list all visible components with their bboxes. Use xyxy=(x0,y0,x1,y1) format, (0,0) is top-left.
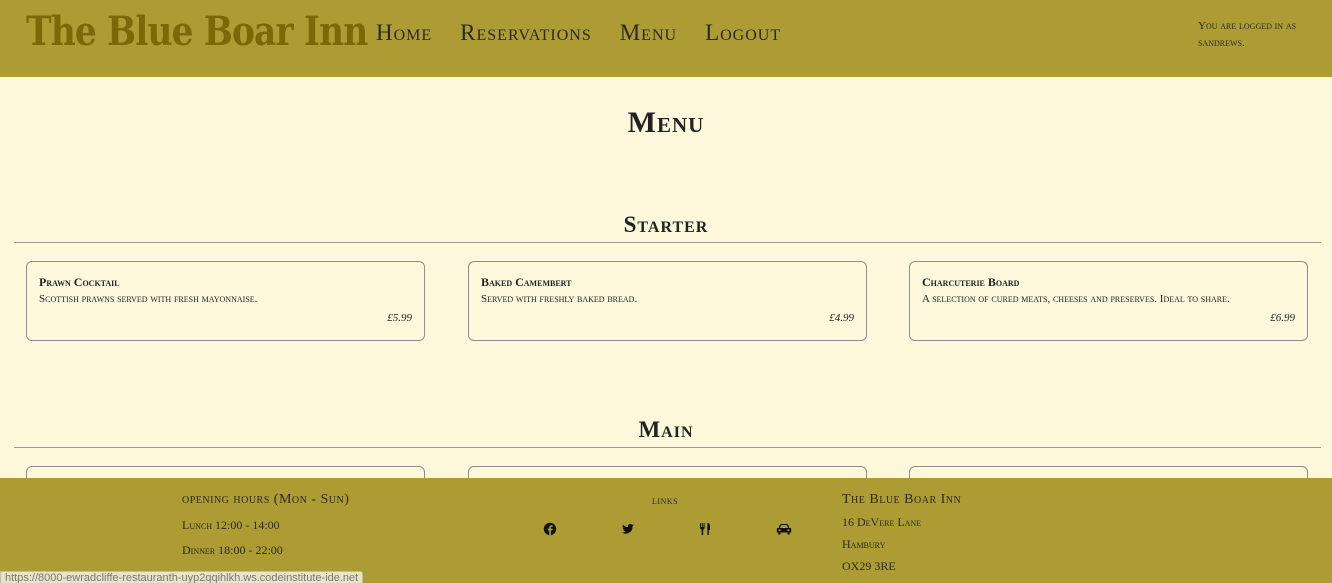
site-footer: opening hours (Mon - Sun) Lunch 12:00 - … xyxy=(0,478,1332,583)
section-divider xyxy=(14,242,1321,243)
cutlery-icon[interactable] xyxy=(698,522,712,536)
address-street: 16 DeVere Lane xyxy=(842,515,922,529)
menu-item-price: £5.99 xyxy=(387,312,412,324)
twitter-icon[interactable] xyxy=(621,522,635,536)
menu-item-card: Charcuterie Board A selection of cured m… xyxy=(909,261,1308,341)
section-title-starter: Starter xyxy=(623,212,709,237)
footer-address-title: The Blue Boar Inn xyxy=(842,492,962,507)
site-logo[interactable]: The Blue Boar Inn xyxy=(26,8,368,55)
menu-item-description: Scottish prawns served with fresh mayonn… xyxy=(39,293,258,305)
opening-hours-dinner: Dinner 18:00 - 22:00 xyxy=(182,543,283,557)
menu-item-name: Baked Camembert xyxy=(481,275,572,289)
menu-item-name: Prawn Cocktail xyxy=(39,275,120,289)
links-title: links xyxy=(652,493,679,507)
opening-hours: opening hours (Mon - Sun) Lunch 12:00 - … xyxy=(182,492,349,558)
page-title: Menu xyxy=(627,106,705,139)
main-nav: Home Reservations Menu Logout xyxy=(376,20,781,46)
section-divider xyxy=(14,447,1321,448)
status-bar-url: https://8000-ewradcliffe-restauranth-uyp… xyxy=(0,571,364,583)
address-town: Hambury xyxy=(842,537,886,551)
menu-item-card: Prawn Cocktail Scottish prawns served wi… xyxy=(26,261,425,341)
menu-item-description: Served with freshly baked bread. xyxy=(481,293,638,305)
site-header: The Blue Boar Inn Home Reservations Menu… xyxy=(0,0,1332,77)
menu-item-description: A selection of cured meats, cheeses and … xyxy=(922,293,1230,305)
footer-address: The Blue Boar Inn 16 DeVere Lane Hambury… xyxy=(842,492,961,574)
nav-home-link[interactable]: Home xyxy=(376,20,432,46)
nav-reservations-link[interactable]: Reservations xyxy=(460,20,592,46)
address-postcode: OX29 3RE xyxy=(842,559,896,573)
nav-logout-link[interactable]: Logout xyxy=(705,20,781,46)
opening-hours-title: opening hours (Mon - Sun) xyxy=(182,492,350,507)
login-status: You are logged in as sandrews. xyxy=(1198,20,1297,49)
menu-item-name: Charcuterie Board xyxy=(922,275,1020,289)
car-icon[interactable] xyxy=(776,522,792,536)
facebook-icon[interactable] xyxy=(543,522,557,536)
menu-item-price: £6.99 xyxy=(1270,312,1295,324)
nav-menu-link[interactable]: Menu xyxy=(620,20,677,46)
menu-item-card: Baked Camembert Served with freshly bake… xyxy=(468,261,867,341)
opening-hours-lunch: Lunch 12:00 - 14:00 xyxy=(182,518,280,532)
menu-item-price: £4.99 xyxy=(829,312,854,324)
section-title-main: Main xyxy=(638,417,694,442)
